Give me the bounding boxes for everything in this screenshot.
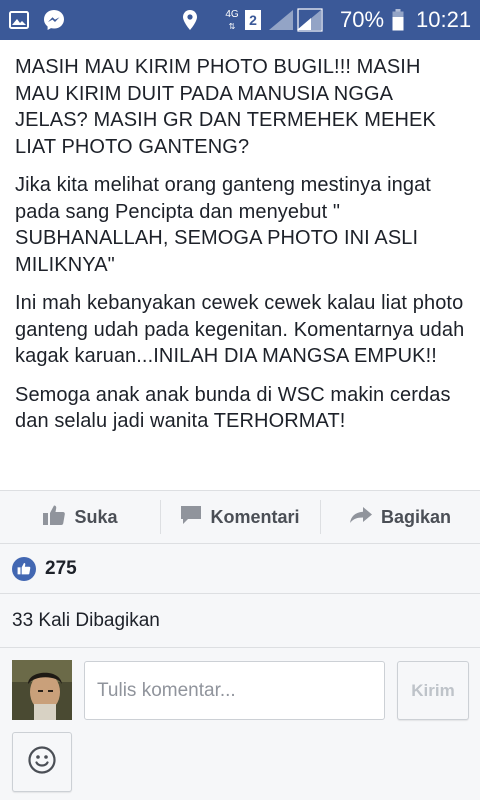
comment-icon <box>180 505 210 530</box>
post-body: MASIH MAU KIRIM PHOTO BUGIL!!! MASIH MAU… <box>0 40 480 490</box>
share-count: 33 Kali Dibagikan <box>12 609 160 631</box>
post-paragraph: Ini mah kebanyakan cewek cewek kalau lia… <box>15 292 465 367</box>
clock: 10:21 <box>416 7 472 32</box>
like-button[interactable]: Suka <box>0 491 160 543</box>
post-action-bar: Suka Komentari Bagikan <box>0 490 480 544</box>
battery-percent: 70% <box>340 7 385 32</box>
thumbs-up-icon <box>42 504 74 531</box>
share-button[interactable]: Bagikan <box>320 491 480 543</box>
comment-label: Komentari <box>210 506 300 527</box>
comment-input[interactable] <box>84 661 385 720</box>
signal-icon <box>266 0 324 40</box>
location-icon <box>180 0 200 40</box>
post-paragraph: MASIH MAU KIRIM PHOTO BUGIL!!! MASIH MAU… <box>15 56 436 158</box>
messenger-icon <box>42 0 66 40</box>
smiley-icon <box>27 745 57 780</box>
gallery-icon <box>8 0 30 40</box>
reactions-row[interactable]: 275 <box>0 544 480 594</box>
comment-button[interactable]: Komentari <box>160 491 320 543</box>
like-count: 275 <box>45 557 77 579</box>
shares-row[interactable]: 33 Kali Dibagikan <box>0 594 480 648</box>
like-label: Suka <box>74 506 118 527</box>
like-reaction-icon <box>12 556 36 581</box>
share-arrow-icon <box>349 506 381 529</box>
sim-slot-icon: 2 <box>244 0 262 40</box>
network-4g-icon: 4G ⇅ <box>225 9 239 31</box>
emoji-button[interactable] <box>12 732 72 792</box>
avatar <box>12 660 72 720</box>
send-comment-button[interactable]: Kirim <box>397 661 469 720</box>
share-label: Bagikan <box>380 506 452 527</box>
post-paragraph: Jika kita melihat orang ganteng mestinya… <box>15 174 431 276</box>
comment-composer: Kirim <box>0 648 480 800</box>
battery-icon <box>390 0 406 40</box>
status-bar: 4G ⇅ 2 70% 10:21 <box>0 0 480 40</box>
post-paragraph: Semoga anak anak bunda di WSC makin cerd… <box>15 383 451 433</box>
